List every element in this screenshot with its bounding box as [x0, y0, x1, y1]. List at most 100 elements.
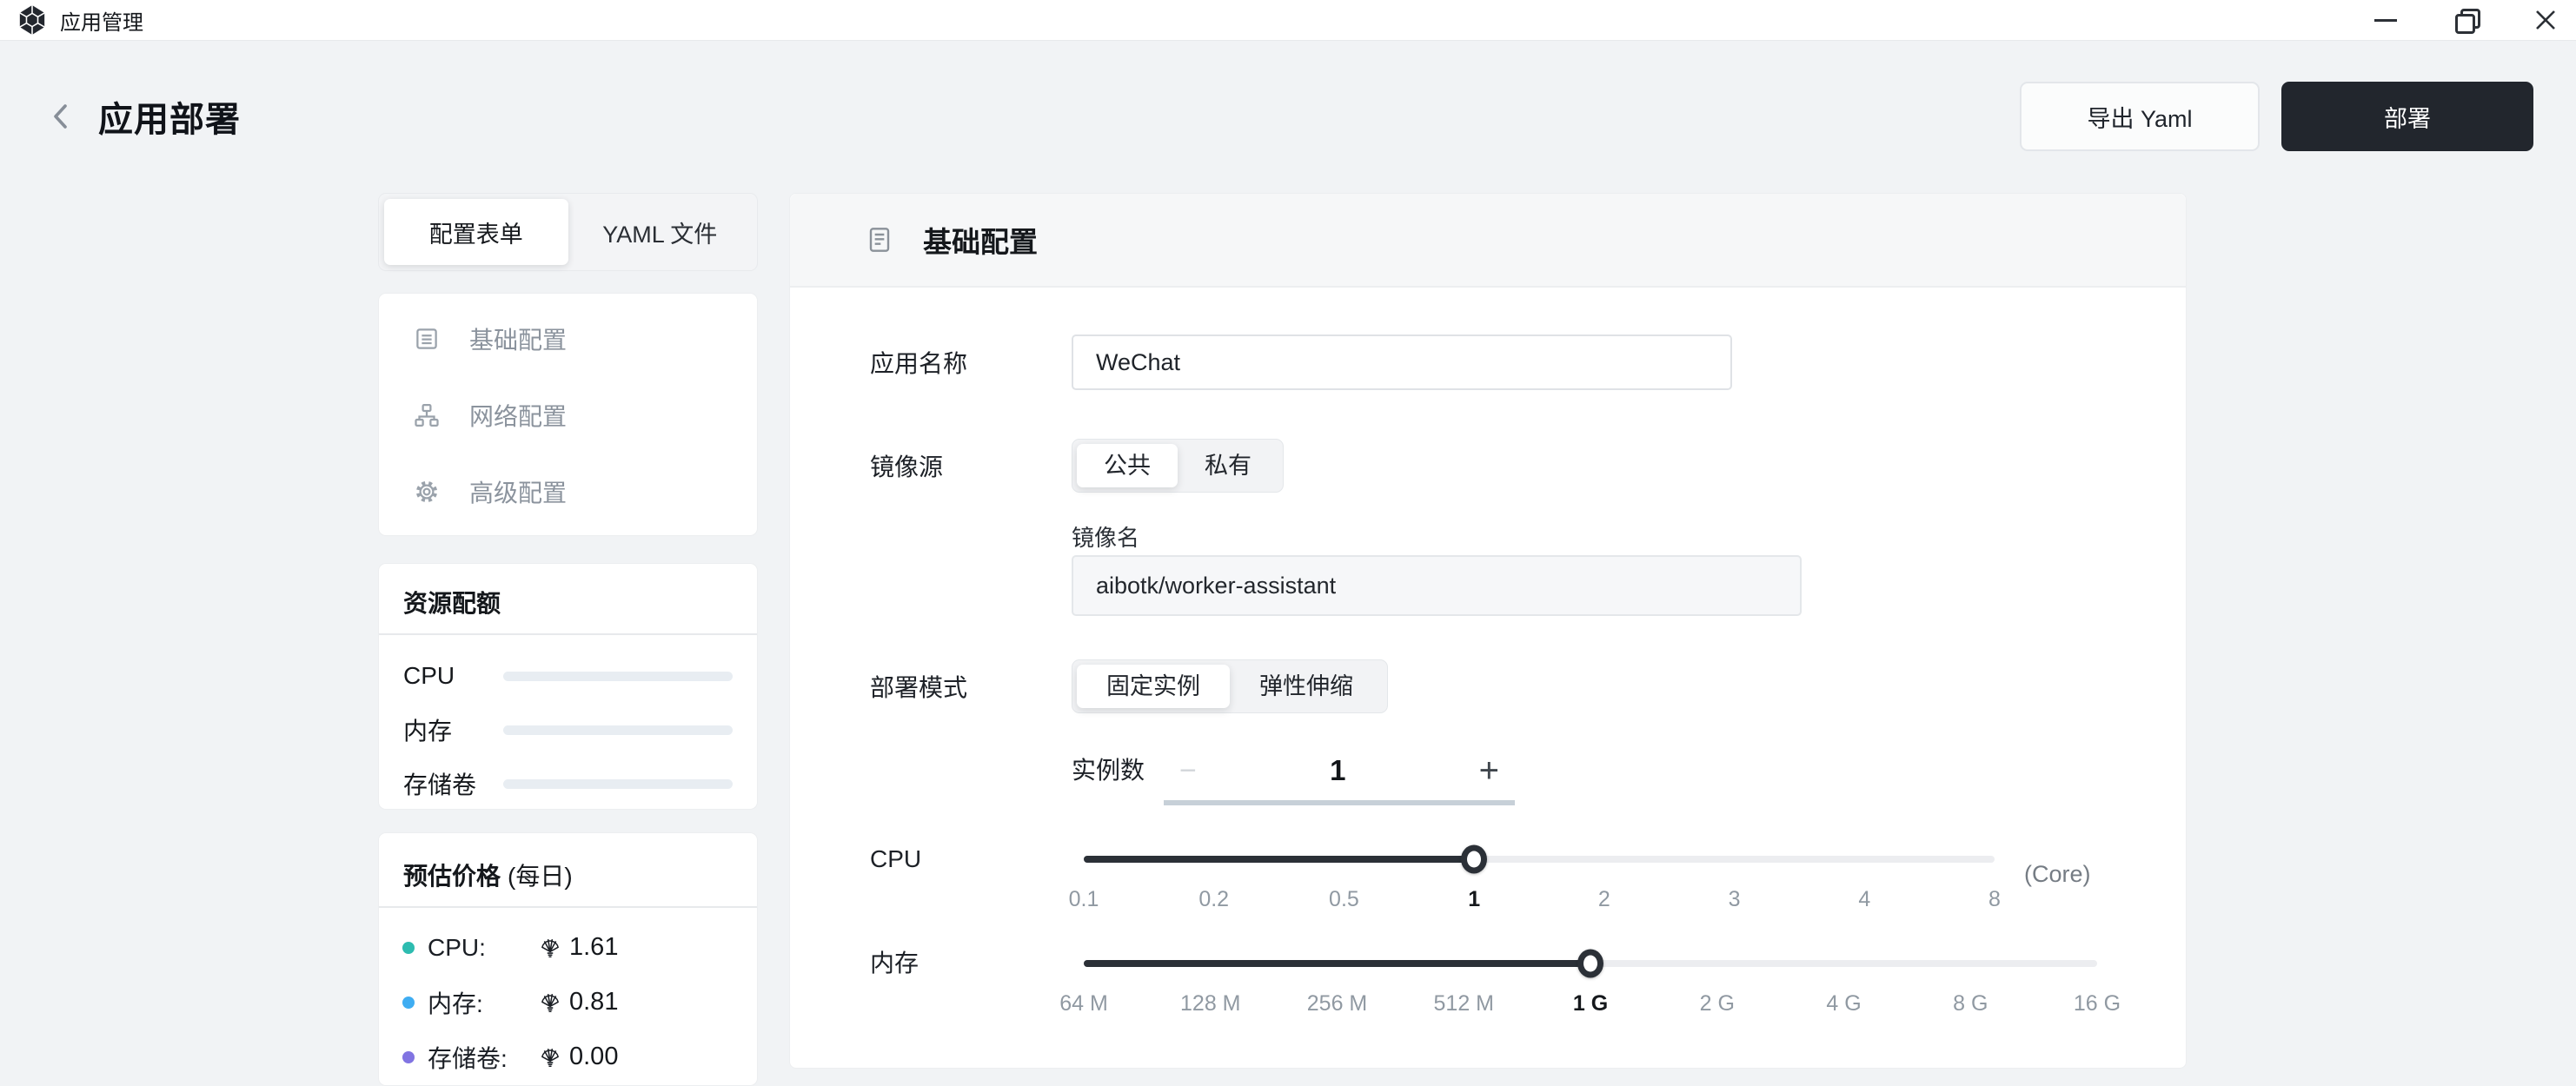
quota-label: CPU — [403, 662, 503, 690]
price-label: CPU: — [428, 934, 539, 962]
quota-row-volume: 存储卷 — [379, 757, 757, 810]
memory-dot — [402, 997, 415, 1009]
sidebar-item-basic-config[interactable]: 基础配置 — [379, 301, 757, 377]
price-label: 存储卷: — [428, 1040, 539, 1075]
shell-currency-icon — [539, 1046, 561, 1069]
cpu-slider-handle[interactable] — [1461, 845, 1487, 874]
tick-label: 4 G — [1826, 991, 1861, 1016]
deploy-mode-label: 部署模式 — [870, 669, 1072, 704]
deploy-button[interactable]: 部署 — [2281, 82, 2533, 151]
price-row-volume: 存储卷: 0.00 — [379, 1030, 757, 1084]
sidebar-item-label: 网络配置 — [469, 398, 567, 433]
price-label: 内存: — [428, 985, 539, 1020]
price-row-memory: 内存: 0.81 — [379, 975, 757, 1030]
instance-count-value: 1 — [1330, 752, 1345, 790]
network-icon — [414, 402, 440, 428]
shell-currency-icon — [539, 991, 561, 1014]
cpu-slider-track[interactable]: (Core) — [1084, 840, 1995, 878]
quota-bar-cpu — [503, 672, 733, 681]
sidebar-item-network-config[interactable]: 网络配置 — [379, 377, 757, 454]
image-name-input[interactable] — [1072, 555, 1802, 616]
deploy-mode-fixed-option[interactable]: 固定实例 — [1077, 665, 1230, 708]
window-titlebar: 应用管理 — [0, 0, 2576, 41]
basic-config-panel: 基础配置 应用名称 镜像源 公共 私有 镜像名 部署模式 固定实例 弹性伸缩 — [789, 193, 2187, 1069]
tick-label: 0.2 — [1198, 887, 1229, 912]
tick-label: 64 M — [1059, 991, 1108, 1016]
quota-label: 存储卷 — [403, 766, 503, 801]
back-chevron-icon — [48, 99, 74, 134]
form-icon — [866, 226, 893, 254]
tab-yaml-file[interactable]: YAML 文件 — [568, 199, 753, 265]
sidebar: 配置表单 YAML 文件 基础配置 网络配置 — [378, 193, 758, 1086]
header-actions: 导出 Yaml 部署 — [2020, 82, 2533, 151]
estimated-price-title: 预估价格(每日) — [379, 833, 757, 908]
image-source-label: 镜像源 — [870, 448, 1072, 483]
memory-slider-handle[interactable] — [1577, 950, 1603, 978]
minimize-icon — [2374, 19, 2397, 22]
cpu-label: CPU — [870, 840, 1072, 878]
app-deploy-page: 应用管理 应用部署 导出 Yaml 部署 配置表单 YAML 文件 — [0, 0, 2576, 1086]
cpu-slider: (Core) 0.1 0.2 0.5 1 2 3 4 8 — [1084, 840, 1995, 915]
image-name-label: 镜像名 — [1072, 520, 2186, 553]
form-icon — [414, 326, 440, 352]
memory-slider: 64 M 128 M 256 M 512 M 1 G 2 G 4 G 8 G 1… — [1084, 944, 2097, 1019]
cpu-slider-row: CPU (Core) 0.1 0.2 0.5 1 2 3 4 8 — [790, 840, 2186, 915]
memory-slider-track[interactable] — [1084, 944, 2097, 983]
app-logo-icon — [17, 3, 47, 36]
tick-label: 3 — [1729, 887, 1741, 912]
image-source-row: 镜像源 公共 私有 — [790, 439, 2186, 493]
memory-tick-labels: 64 M 128 M 256 M 512 M 1 G 2 G 4 G 8 G 1… — [1084, 984, 2097, 1019]
quota-bar-memory — [503, 725, 733, 735]
tick-label: 8 G — [1953, 991, 1988, 1016]
sidebar-item-advanced-config[interactable]: 高级配置 — [379, 454, 757, 530]
config-section-menu: 基础配置 网络配置 高级配置 — [378, 293, 758, 536]
price-value: 1.61 — [569, 933, 618, 962]
gear-icon — [414, 479, 440, 505]
image-source-public-option[interactable]: 公共 — [1077, 444, 1178, 487]
resource-quota-card: 资源配额 CPU 内存 存储卷 — [378, 563, 758, 810]
deploy-mode-elastic-option[interactable]: 弹性伸缩 — [1230, 665, 1383, 708]
tick-label: 16 G — [2074, 991, 2121, 1016]
image-source-private-option[interactable]: 私有 — [1178, 444, 1278, 487]
price-value: 0.00 — [569, 1043, 618, 1071]
restore-button[interactable] — [2449, 3, 2482, 36]
image-name-row — [790, 555, 2186, 616]
sidebar-item-label: 基础配置 — [469, 321, 567, 356]
tick-label: 0.1 — [1069, 887, 1099, 912]
estimated-price-card: 预估价格(每日) CPU: 1.61 内存: — [378, 832, 758, 1086]
tick-label-selected: 1 G — [1573, 991, 1608, 1016]
export-yaml-button[interactable]: 导出 Yaml — [2020, 82, 2260, 151]
cpu-tick-labels: 0.1 0.2 0.5 1 2 3 4 8 — [1084, 880, 1995, 915]
decrement-button[interactable]: − — [1179, 752, 1197, 790]
tick-label: 128 M — [1180, 991, 1240, 1016]
instance-count-stepper: − 1 + — [1164, 752, 1515, 805]
instance-count-row: 实例数 − 1 + — [790, 752, 2186, 805]
tab-config-form[interactable]: 配置表单 — [384, 199, 568, 265]
tick-label: 2 G — [1700, 991, 1735, 1016]
back-button[interactable] — [48, 90, 86, 142]
app-name-label: 应用名称 — [870, 345, 1072, 380]
slider-fill — [1084, 856, 1474, 863]
minimize-button[interactable] — [2369, 3, 2402, 36]
memory-slider-row: 内存 64 M 128 M 256 M 512 M 1 G 2 G 4 G 8 … — [790, 944, 2186, 1019]
app-title: 应用管理 — [60, 5, 143, 36]
page-header: 应用部署 导出 Yaml 部署 — [48, 80, 2533, 153]
quota-row-cpu: CPU — [379, 649, 757, 703]
cpu-unit-label: (Core) — [2024, 861, 2091, 888]
tick-label: 2 — [1598, 887, 1610, 912]
increment-button[interactable]: + — [1479, 752, 1499, 790]
app-name-input[interactable] — [1072, 334, 1732, 390]
basic-config-header: 基础配置 — [790, 194, 2186, 288]
memory-label: 内存 — [870, 944, 1072, 983]
close-icon — [2534, 9, 2557, 31]
deploy-mode-toggle: 固定实例 弹性伸缩 — [1072, 659, 1388, 713]
deploy-mode-row: 部署模式 固定实例 弹性伸缩 — [790, 659, 2186, 713]
restore-icon — [2455, 10, 2476, 30]
tick-label: 4 — [1858, 887, 1870, 912]
close-button[interactable] — [2529, 3, 2562, 36]
sidebar-item-label: 高级配置 — [469, 474, 567, 509]
quota-row-memory: 内存 — [379, 703, 757, 757]
cpu-dot — [402, 942, 415, 954]
quota-label: 内存 — [403, 712, 503, 747]
price-value: 0.81 — [569, 988, 618, 1016]
